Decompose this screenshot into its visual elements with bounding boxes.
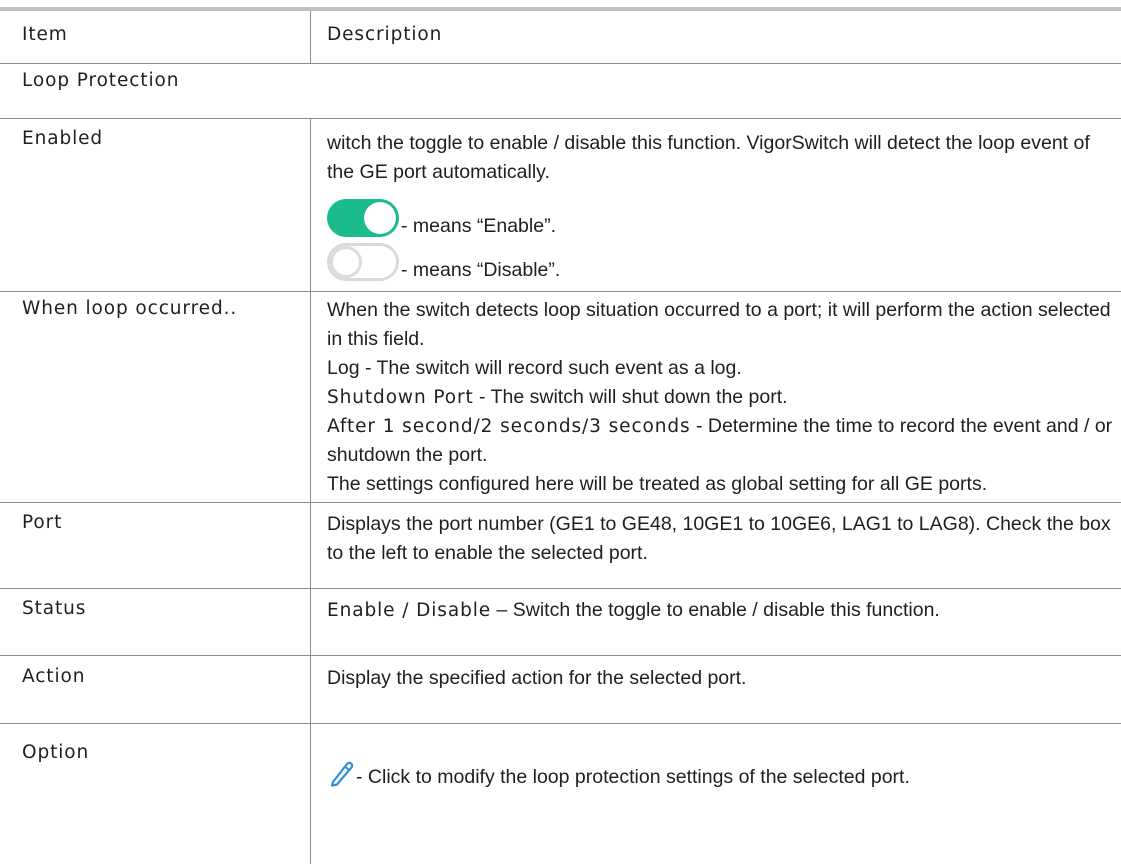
rule-action [0,723,1121,724]
shutdown-label: Shutdown Port [327,387,474,408]
rule-section [0,118,1121,119]
rule-status [0,655,1121,656]
desc-status: Enable / Disable – Switch the toggle to … [327,596,1117,625]
status-text: – Switch the toggle to enable / disable … [491,599,940,621]
rule-loop [0,502,1121,503]
disable-legend: - means “Disable”. [327,233,1117,281]
desc-port: Displays the port number (GE1 to GE48, 1… [327,513,1111,564]
status-label: Enable / Disable [327,600,492,621]
desc-loop: When the switch detects loop situation o… [327,296,1117,499]
rule-port [0,588,1121,589]
log-text: - The switch will record such event as a… [359,357,742,379]
desc-enabled: witch the toggle to enable / disable thi… [327,129,1117,281]
rule-header [0,63,1121,64]
table-row-option: Option - Click to modify the loop protec… [0,728,1121,788]
header-description: Description [327,24,443,45]
item-port: Port [22,512,63,533]
desc-action: Display the specified action for the sel… [327,667,747,689]
section-row: Loop Protection [0,70,1121,100]
col-divider-header [310,11,311,64]
section-title: Loop Protection [22,70,180,91]
loop-shutdown: Shutdown Port - The switch will shut dow… [327,383,1117,412]
item-action: Action [22,666,86,687]
table-row-loop: When loop occurred.. When the switch det… [0,294,1121,500]
item-enabled: Enabled [22,128,104,149]
loop-after: After 1 second/2 seconds/3 seconds - Det… [327,412,1117,470]
item-option: Option [22,742,90,763]
item-status: Status [22,598,87,619]
table-header-row: Item Description [0,24,1121,54]
loop-line1: When the switch detects loop situation o… [327,299,1111,350]
table-row-enabled: Enabled witch the toggle to enable / dis… [0,128,1121,288]
table-row-action: Action Display the specified action for … [0,660,1121,720]
disable-legend-text: - means “Disable”. [401,259,561,281]
loop-log: Log - The switch will record such event … [327,354,1117,383]
header-item: Item [22,24,68,45]
loop-global: The settings configured here will be tre… [327,473,988,495]
after-label: After 1 second/2 seconds/3 seconds [327,416,691,437]
enable-legend-text: - means “Enable”. [401,215,556,237]
toggle-on-icon [327,199,399,237]
shutdown-text: - The switch will shut down the port. [473,386,788,408]
desc-enabled-text: witch the toggle to enable / disable thi… [327,132,1090,183]
option-text: - Click to modify the loop protection se… [356,766,910,788]
pencil-icon [327,756,355,788]
item-loop: When loop occurred.. [22,298,238,319]
rule-enabled [0,291,1121,292]
table-top-border [0,7,1121,11]
enable-legend: - means “Enable”. [327,189,1117,237]
table-row-status: Status Enable / Disable – Switch the tog… [0,592,1121,650]
description-table: Item Description Loop Protection Enabled… [0,0,1121,864]
table-row-port: Port Displays the port number (GE1 to GE… [0,506,1121,584]
log-label: Log [327,357,360,379]
desc-option: - Click to modify the loop protection se… [327,728,1117,788]
col-divider-body [310,118,311,864]
toggle-off-icon [327,243,399,281]
